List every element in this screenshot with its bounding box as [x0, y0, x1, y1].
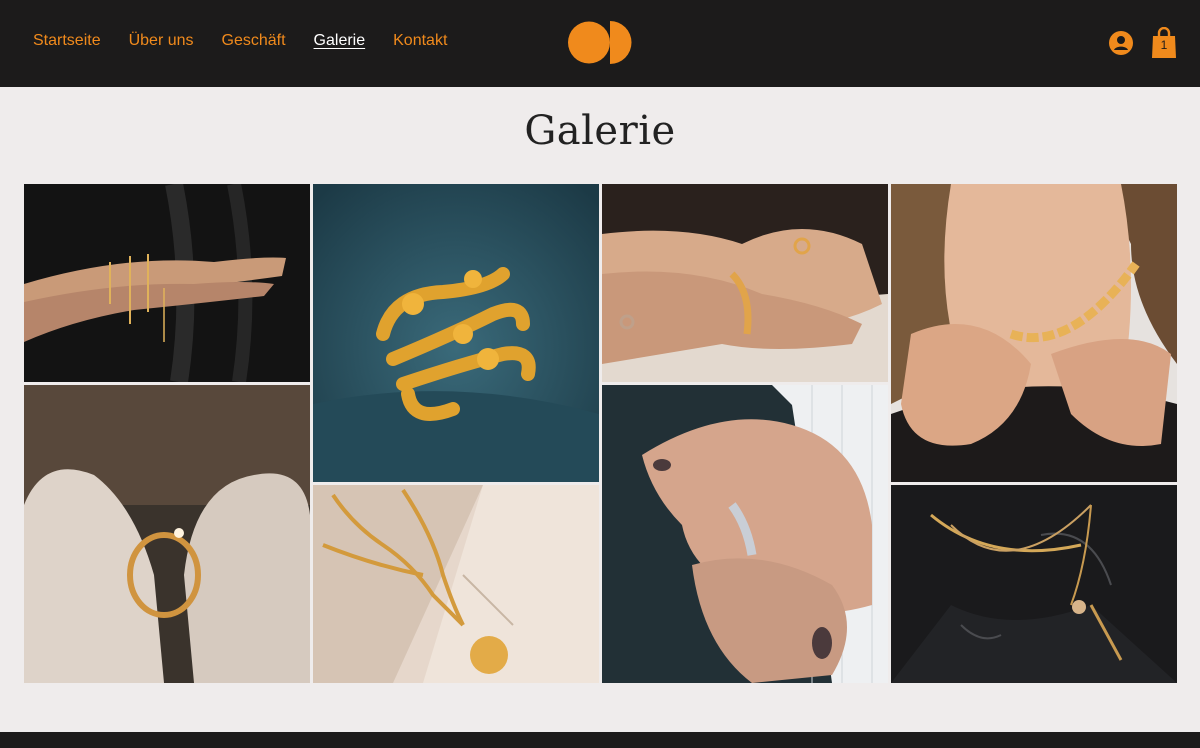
gallery-image-silver-ring[interactable] — [602, 385, 888, 683]
top-navigation-bar: Startseite Über uns Geschäft Galerie Kon… — [0, 0, 1200, 87]
gallery-image-layered-necklaces[interactable] — [891, 485, 1177, 683]
gallery-image-wavy-ring[interactable] — [313, 184, 599, 482]
gallery-image-chain-necklace[interactable] — [891, 184, 1177, 482]
brand-logo-icon[interactable] — [568, 21, 632, 64]
gallery-image-pendant-marble[interactable] — [313, 485, 599, 683]
main-nav: Startseite Über uns Geschäft Galerie Kon… — [33, 32, 447, 50]
nav-link-kontakt[interactable]: Kontakt — [393, 32, 447, 50]
nav-link-startseite[interactable]: Startseite — [33, 32, 101, 50]
nav-link-geschaeft[interactable]: Geschäft — [222, 32, 286, 50]
nav-link-galerie[interactable]: Galerie — [314, 32, 366, 50]
user-account-icon[interactable] — [1109, 31, 1133, 55]
gallery-image-ring-shoes[interactable] — [24, 385, 310, 683]
page-title: Galerie — [524, 108, 676, 154]
footer-bar — [0, 732, 1200, 748]
gallery-image-hands-bangle[interactable] — [602, 184, 888, 382]
nav-link-ueber-uns[interactable]: Über uns — [129, 32, 194, 50]
cart-count-badge: 1 — [1160, 38, 1168, 52]
gallery-image-bracelets[interactable] — [24, 184, 310, 382]
